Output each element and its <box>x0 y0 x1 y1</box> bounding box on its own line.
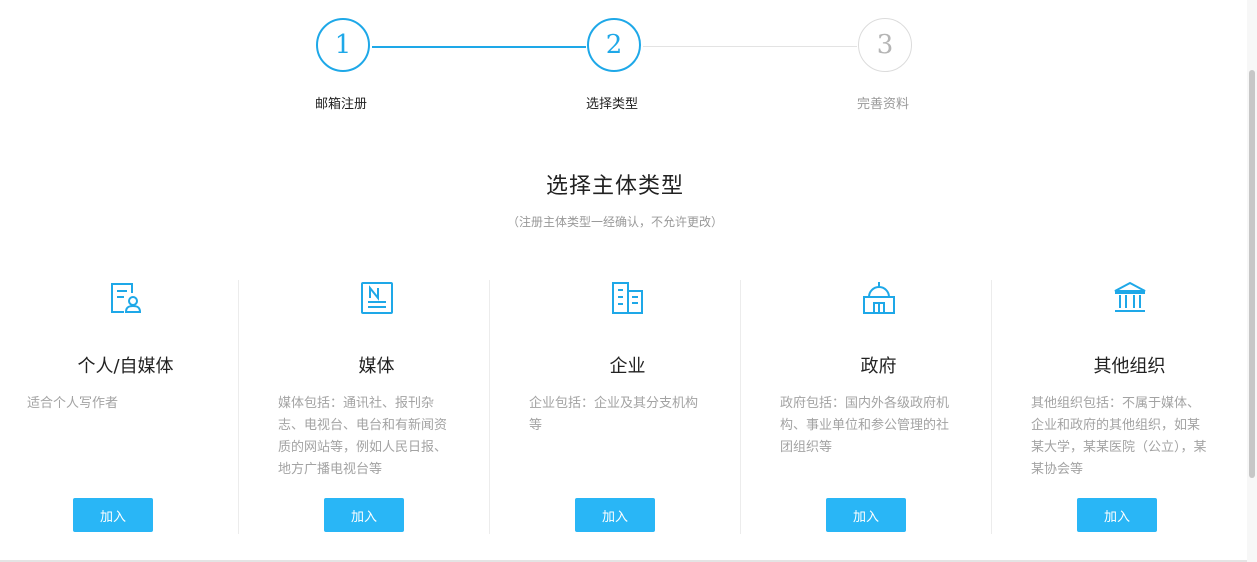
card-description: 适合个人写作者 <box>27 396 119 411</box>
card-title: 个人/自媒体 <box>77 356 174 377</box>
card-title: 其他组织 <box>1093 356 1166 377</box>
scrollbar-thumb[interactable] <box>1249 70 1255 478</box>
card-title: 企业 <box>609 356 646 377</box>
card-description: 媒体包括：通讯社、报刊杂志、电视台、电台和有新闻资质的网站等，例如人民日报、地方… <box>278 396 448 477</box>
card-divider <box>238 280 239 534</box>
page-subtitle: （注册主体类型一经确认，不允许更改） <box>506 215 723 229</box>
type-card-other: 其他组织 其他组织包括：不属于媒体、企业和政府的其他组织，如某某大学，某某医院（… <box>1004 280 1255 534</box>
card-description: 其他组织包括：不属于媒体、企业和政府的其他组织，如某某大学，某某医院（公立），某… <box>1031 396 1207 477</box>
join-government-button[interactable]: 加入 <box>826 498 906 532</box>
step-1-label: 邮箱注册 <box>314 97 367 112</box>
card-title: 媒体 <box>358 356 395 377</box>
step-connector-2-3 <box>643 46 857 47</box>
step-1-circle: 1 <box>316 18 370 72</box>
card-description: 企业包括：企业及其分支机构等 <box>529 396 699 433</box>
type-card-government: 政府 政府包括：国内外各级政府机构、事业单位和参公管理的社团组织等 加入 <box>753 280 1004 534</box>
join-individual-button[interactable]: 加入 <box>73 498 153 532</box>
registration-stepper: 1 2 3 邮箱注册 选择类型 完善资料 <box>0 0 1257 120</box>
type-card-media: 媒体 媒体包括：通讯社、报刊杂志、电视台、电台和有新闻资质的网站等，例如人民日报… <box>251 280 502 534</box>
type-card-enterprise: 企业 企业包括：企业及其分支机构等 加入 <box>502 280 753 534</box>
building-icon <box>502 280 753 318</box>
institution-icon <box>1004 280 1255 318</box>
card-divider <box>740 280 741 534</box>
card-title: 政府 <box>860 356 897 377</box>
person-document-icon <box>0 280 251 318</box>
card-divider <box>991 280 992 534</box>
type-card-individual: 个人/自媒体 适合个人写作者 加入 <box>0 280 251 534</box>
step-3-label: 完善资料 <box>856 97 909 112</box>
step-2-label: 选择类型 <box>585 97 638 112</box>
register-type-page: 1 2 3 邮箱注册 选择类型 完善资料 选择主体类型 （注册主体类型一经确认，… <box>0 0 1257 562</box>
government-building-icon <box>753 280 1004 318</box>
vertical-scrollbar[interactable] <box>1247 0 1257 562</box>
join-other-button[interactable]: 加入 <box>1077 498 1157 532</box>
page-title: 选择主体类型 <box>545 174 684 199</box>
join-enterprise-button[interactable]: 加入 <box>575 498 655 532</box>
join-media-button[interactable]: 加入 <box>324 498 404 532</box>
card-description: 政府包括：国内外各级政府机构、事业单位和参公管理的社团组织等 <box>780 396 950 455</box>
step-3-circle: 3 <box>858 18 912 72</box>
card-divider <box>489 280 490 534</box>
step-2-circle: 2 <box>587 18 641 72</box>
newspaper-icon <box>251 280 502 318</box>
step-connector-1-2 <box>372 46 586 48</box>
type-card-list: 个人/自媒体 适合个人写作者 加入 媒体 媒体包括：通讯社、报刊杂志、电视台、电… <box>0 280 1242 540</box>
